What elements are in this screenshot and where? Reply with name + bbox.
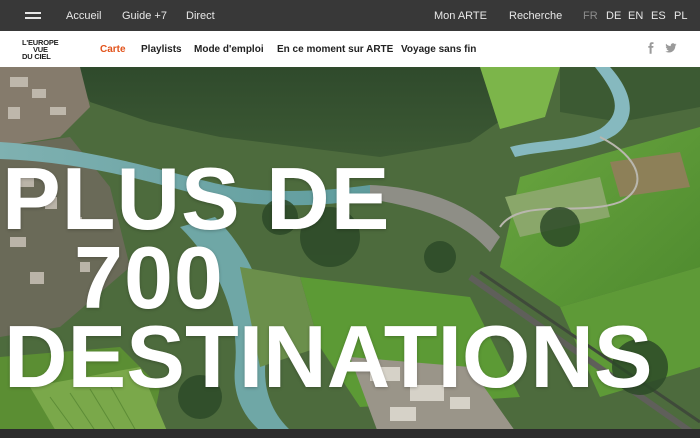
nav-carte[interactable]: Carte (100, 44, 126, 55)
nav-voyage-sans-fin[interactable]: Voyage sans fin (401, 44, 476, 55)
nav-mon-arte[interactable]: Mon ARTE (434, 10, 487, 22)
hero-headline: PLUS DE 700 DESTINATIONS (0, 149, 700, 406)
site-header: L'EUROPE VUE DU CIEL Carte Playlists Mod… (0, 31, 700, 67)
hero-aerial-image: PLUS DE 700 DESTINATIONS (0, 67, 700, 438)
bottom-bar (0, 429, 700, 438)
nav-en-ce-moment-sur-arte[interactable]: En ce moment sur ARTE (277, 44, 393, 55)
language-en[interactable]: EN (628, 10, 643, 22)
language-pl[interactable]: PL (674, 10, 687, 22)
facebook-icon[interactable] (645, 42, 657, 54)
hero-headline-line-1: PLUS DE (2, 149, 391, 248)
nav-mode-d-emploi[interactable]: Mode d'emploi (194, 44, 264, 55)
arte-top-bar: Accueil Guide +7 Direct Mon ARTE Recherc… (0, 0, 700, 31)
language-fr[interactable]: FR (583, 10, 598, 22)
language-de[interactable]: DE (606, 10, 621, 22)
hamburger-menu-icon[interactable] (25, 12, 41, 19)
logo-line-3: DU CIEL (22, 52, 51, 61)
language-es[interactable]: ES (651, 10, 666, 22)
nav-guide-plus-7[interactable]: Guide +7 (122, 10, 167, 22)
nav-accueil[interactable]: Accueil (66, 10, 101, 22)
twitter-icon[interactable] (665, 42, 677, 54)
nav-recherche[interactable]: Recherche (509, 10, 562, 22)
nav-playlists[interactable]: Playlists (141, 44, 182, 55)
hero-headline-line-3: DESTINATIONS (4, 307, 653, 406)
nav-direct[interactable]: Direct (186, 10, 215, 22)
site-logo[interactable]: L'EUROPE VUE DU CIEL (22, 39, 72, 61)
hero-headline-line-2: 700 (74, 228, 224, 327)
